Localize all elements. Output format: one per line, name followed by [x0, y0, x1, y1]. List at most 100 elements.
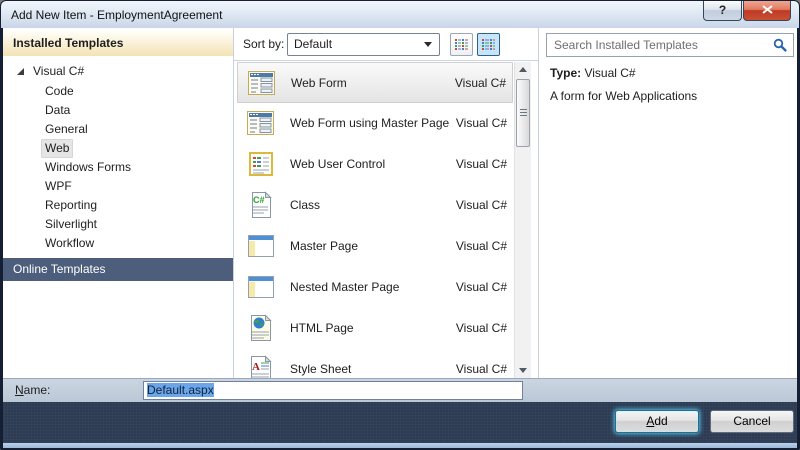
divider-right [538, 28, 539, 378]
sidebar-item-wpf[interactable]: WPF [3, 177, 233, 196]
small-icons-view-icon [455, 39, 468, 50]
template-description: A form for Web Applications [550, 89, 698, 103]
item-type: Visual C# [455, 198, 507, 212]
item-label: Web Form using Master Page [290, 116, 450, 130]
cancel-button[interactable]: Cancel [710, 410, 794, 433]
search-box [546, 33, 794, 57]
sidebar-item-reporting[interactable]: Reporting [3, 196, 233, 215]
csharp-class-icon: C# [252, 191, 272, 218]
item-type: Visual C# [455, 116, 507, 130]
online-templates-header[interactable]: Online Templates [3, 258, 233, 281]
small-icons-view-button[interactable] [450, 33, 473, 56]
sidebar-item-workflow[interactable]: Workflow [3, 234, 233, 253]
add-button-rest: dd [654, 414, 668, 428]
list-scrollbar[interactable] [514, 62, 531, 378]
type-label: Type: [550, 66, 582, 80]
sidebar-item-windows-forms[interactable]: Windows Forms [3, 158, 233, 177]
list-item-web-form-master[interactable]: Web Form using Master Page Visual C# [237, 103, 513, 144]
cancel-button-label: Cancel [733, 414, 771, 428]
item-label: Nested Master Page [290, 280, 400, 294]
type-value: Visual C# [584, 66, 636, 80]
scroll-up-button[interactable] [515, 62, 532, 77]
master-page-icon [248, 235, 274, 257]
close-icon [761, 5, 773, 14]
medium-icons-view-icon [482, 39, 495, 50]
name-label-mnemonic: N [15, 383, 24, 397]
footer-bar: Add Cancel [3, 402, 797, 443]
item-type: Visual C# [455, 157, 507, 171]
svg-text:C#: C# [253, 195, 265, 205]
item-label: Web Form [291, 76, 347, 90]
add-new-item-dialog: Add New Item - EmploymentAgreement ? Ins… [0, 0, 800, 450]
web-form-icon [247, 111, 274, 135]
chevron-down-icon [424, 42, 432, 47]
item-label: Web User Control [290, 157, 386, 171]
search-icon[interactable] [773, 38, 787, 52]
divider-left [233, 28, 234, 378]
expander-icon[interactable] [16, 67, 25, 76]
item-type: Visual C# [454, 76, 506, 90]
sidebar-item-silverlight[interactable]: Silverlight [3, 215, 233, 234]
scroll-down-button[interactable] [515, 363, 532, 378]
add-button[interactable]: Add [615, 410, 699, 433]
name-bar: Name: Default.aspx [3, 378, 797, 402]
html-page-icon [251, 314, 272, 341]
sidebar-item-label: Silverlight [45, 217, 98, 231]
sidebar-item-label: Windows Forms [45, 160, 132, 174]
title-bar[interactable]: Add New Item - EmploymentAgreement [1, 1, 799, 28]
template-type-row: Type: Visual C# [550, 66, 636, 80]
installed-templates-header: Installed Templates [3, 31, 233, 56]
toolbar-divider [234, 60, 538, 61]
sidebar-item-label: Reporting [45, 198, 98, 212]
name-input-selected-text: Default.aspx [147, 383, 214, 397]
sidebar-item-general[interactable]: General [3, 120, 233, 139]
list-item-class[interactable]: C# Class Visual C# [237, 185, 513, 226]
search-input[interactable] [547, 38, 773, 52]
item-type: Visual C# [455, 239, 507, 253]
sidebar-item-label-selected: Web [41, 139, 74, 158]
help-button[interactable]: ? [703, 1, 742, 21]
web-form-icon [248, 71, 275, 95]
grip-icon [520, 109, 527, 117]
list-item-nested-master-page[interactable]: Nested Master Page Visual C# [237, 267, 513, 308]
list-item-master-page[interactable]: Master Page Visual C# [237, 226, 513, 267]
sidebar-item-label: Code [45, 84, 74, 98]
sidebar-item-code[interactable]: Code [3, 82, 233, 101]
svg-text:A: A [252, 361, 260, 373]
item-label: Class [290, 198, 321, 212]
window-title: Add New Item - EmploymentAgreement [11, 8, 223, 22]
item-label: HTML Page [290, 321, 354, 335]
template-list: Web Form Visual C# Web Form using Master… [237, 62, 513, 378]
style-sheet-icon: A [251, 355, 272, 378]
medium-icons-view-button[interactable] [477, 33, 500, 56]
web-user-control-icon [249, 152, 273, 176]
close-button[interactable] [743, 1, 791, 21]
sidebar-item-data[interactable]: Data [3, 101, 233, 120]
sidebar-item-label: WPF [45, 179, 72, 193]
sort-by-dropdown[interactable]: Default [287, 33, 440, 56]
master-page-icon [248, 276, 274, 298]
name-label: Name: [15, 379, 50, 403]
tree-node-visual-csharp[interactable]: Visual C# [3, 62, 233, 81]
name-label-rest: ame: [23, 383, 51, 397]
sort-by-label: Sort by: [243, 37, 285, 51]
help-icon: ? [718, 3, 727, 17]
list-item-web-user-control[interactable]: Web User Control Visual C# [237, 144, 513, 185]
item-type: Visual C# [455, 321, 507, 335]
item-label: Style Sheet [290, 362, 352, 376]
tree-node-label: Visual C# [33, 64, 85, 78]
list-item-html-page[interactable]: HTML Page Visual C# [237, 308, 513, 349]
sidebar-item-label: Data [45, 103, 71, 117]
scrollbar-thumb[interactable] [516, 79, 530, 147]
name-input[interactable]: Default.aspx [143, 381, 523, 400]
list-item-style-sheet[interactable]: A Style Sheet Visual C# [237, 349, 513, 378]
sidebar-item-web[interactable]: Web [3, 139, 233, 158]
arrow-down-icon [519, 368, 527, 373]
window-bottom-edge [3, 443, 797, 448]
list-item-web-form[interactable]: Web Form Visual C# [237, 62, 513, 103]
item-type: Visual C# [455, 280, 507, 294]
sort-by-value: Default [294, 37, 333, 51]
item-type: Visual C# [455, 362, 507, 376]
arrow-up-icon [519, 67, 527, 72]
sidebar-item-label: General [45, 122, 88, 136]
